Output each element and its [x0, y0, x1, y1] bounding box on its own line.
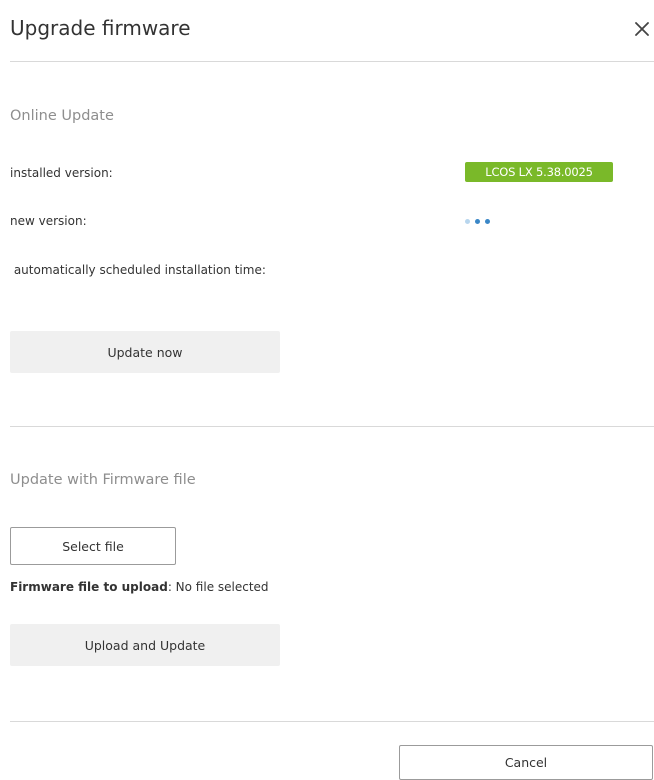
new-version-label: new version:: [10, 214, 87, 228]
firmware-file-status: Firmware file to upload: No file selecte…: [10, 580, 269, 594]
upload-and-update-button[interactable]: Upload and Update: [10, 624, 280, 666]
dialog-title: Upgrade firmware: [10, 16, 191, 40]
section-divider: [10, 426, 654, 427]
close-icon[interactable]: [631, 18, 653, 40]
update-now-button[interactable]: Update now: [10, 331, 280, 373]
firmware-file-section-title: Update with Firmware file: [10, 472, 196, 488]
scheduled-installation-time-label: automatically scheduled installation tim…: [10, 263, 266, 277]
firmware-file-value: : No file selected: [167, 580, 269, 594]
online-update-section-title: Online Update: [10, 108, 114, 124]
firmware-file-label: Firmware file to upload: [10, 580, 168, 594]
footer-divider: [10, 721, 654, 722]
installed-version-label: installed version:: [10, 166, 113, 180]
loader-dot: [485, 219, 490, 224]
loader-dot: [465, 219, 470, 224]
select-file-button[interactable]: Select file: [10, 527, 176, 565]
loader-dot: [475, 219, 480, 224]
header-divider: [10, 61, 654, 62]
installed-version-badge: LCOS LX 5.38.0025: [465, 162, 613, 182]
upgrade-firmware-dialog: Upgrade firmware Online Update installed…: [0, 0, 654, 780]
cancel-button[interactable]: Cancel: [399, 745, 653, 780]
loading-dots-icon: [465, 219, 490, 224]
